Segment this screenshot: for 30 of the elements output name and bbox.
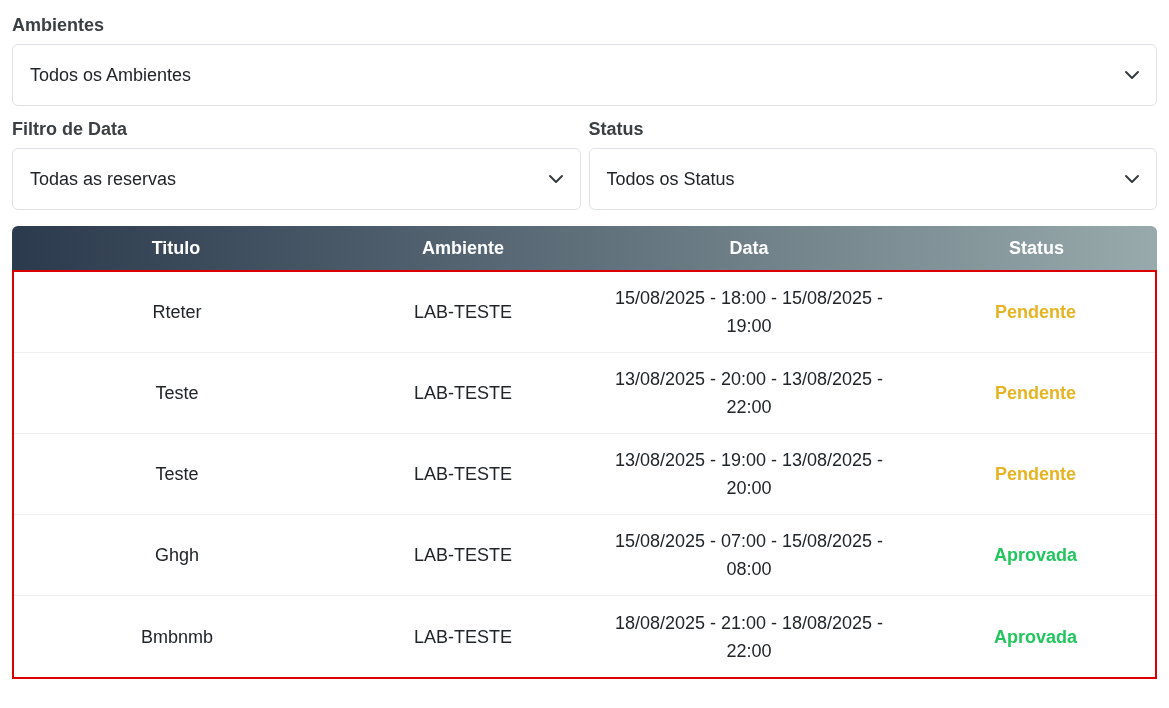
environment-cell-text: LAB-TESTE xyxy=(413,544,513,567)
environment-cell-text: LAB-TESTE xyxy=(413,301,513,324)
select-dropdown[interactable]: Todas as reservas xyxy=(12,148,581,210)
date-cell-text: 13/08/2025 - 19:00 - 13/08/2025 - 20:00 xyxy=(613,449,885,500)
column-header: Ambiente xyxy=(421,236,505,260)
environment-cell-text: LAB-TESTE xyxy=(413,463,513,486)
status-label: Pendente xyxy=(994,463,1077,486)
title-cell-text: Ghgh xyxy=(153,544,200,567)
date-cell-text: 15/08/2025 - 18:00 - 15/08/2025 - 19:00 xyxy=(613,287,885,338)
date-cell-text: 18/08/2025 - 21:00 - 18/08/2025 - 22:00 xyxy=(613,611,885,663)
status-label: Pendente xyxy=(994,301,1077,324)
title-cell-text: Bmbnmb xyxy=(140,625,214,649)
field-label: Filtro de Data xyxy=(12,118,128,140)
column-header: Titulo xyxy=(150,236,202,260)
date-cell-text: 15/08/2025 - 07:00 - 15/08/2025 - 08:00 xyxy=(613,530,885,581)
title-cell-text: Teste xyxy=(154,382,200,405)
environment-cell-text: LAB-TESTE xyxy=(413,625,513,649)
field-label: Ambientes xyxy=(12,14,106,36)
environment-cell-text: LAB-TESTE xyxy=(413,382,513,405)
status-label: Aprovada xyxy=(993,544,1078,567)
date-cell-text: 13/08/2025 - 20:00 - 13/08/2025 - 22:00 xyxy=(613,368,885,419)
status-label: Pendente xyxy=(994,382,1077,405)
column-header: Data xyxy=(728,236,770,260)
title-cell-text: Teste xyxy=(154,463,200,486)
status-label: Aprovada xyxy=(993,625,1078,649)
column-header: Status xyxy=(1008,236,1065,260)
select-dropdown[interactable]: Todos os Status xyxy=(588,148,1157,210)
title-cell-text: Rteter xyxy=(151,301,203,324)
select-dropdown[interactable]: Todos os Ambientes xyxy=(12,44,1157,106)
field-label: Status xyxy=(588,118,645,140)
